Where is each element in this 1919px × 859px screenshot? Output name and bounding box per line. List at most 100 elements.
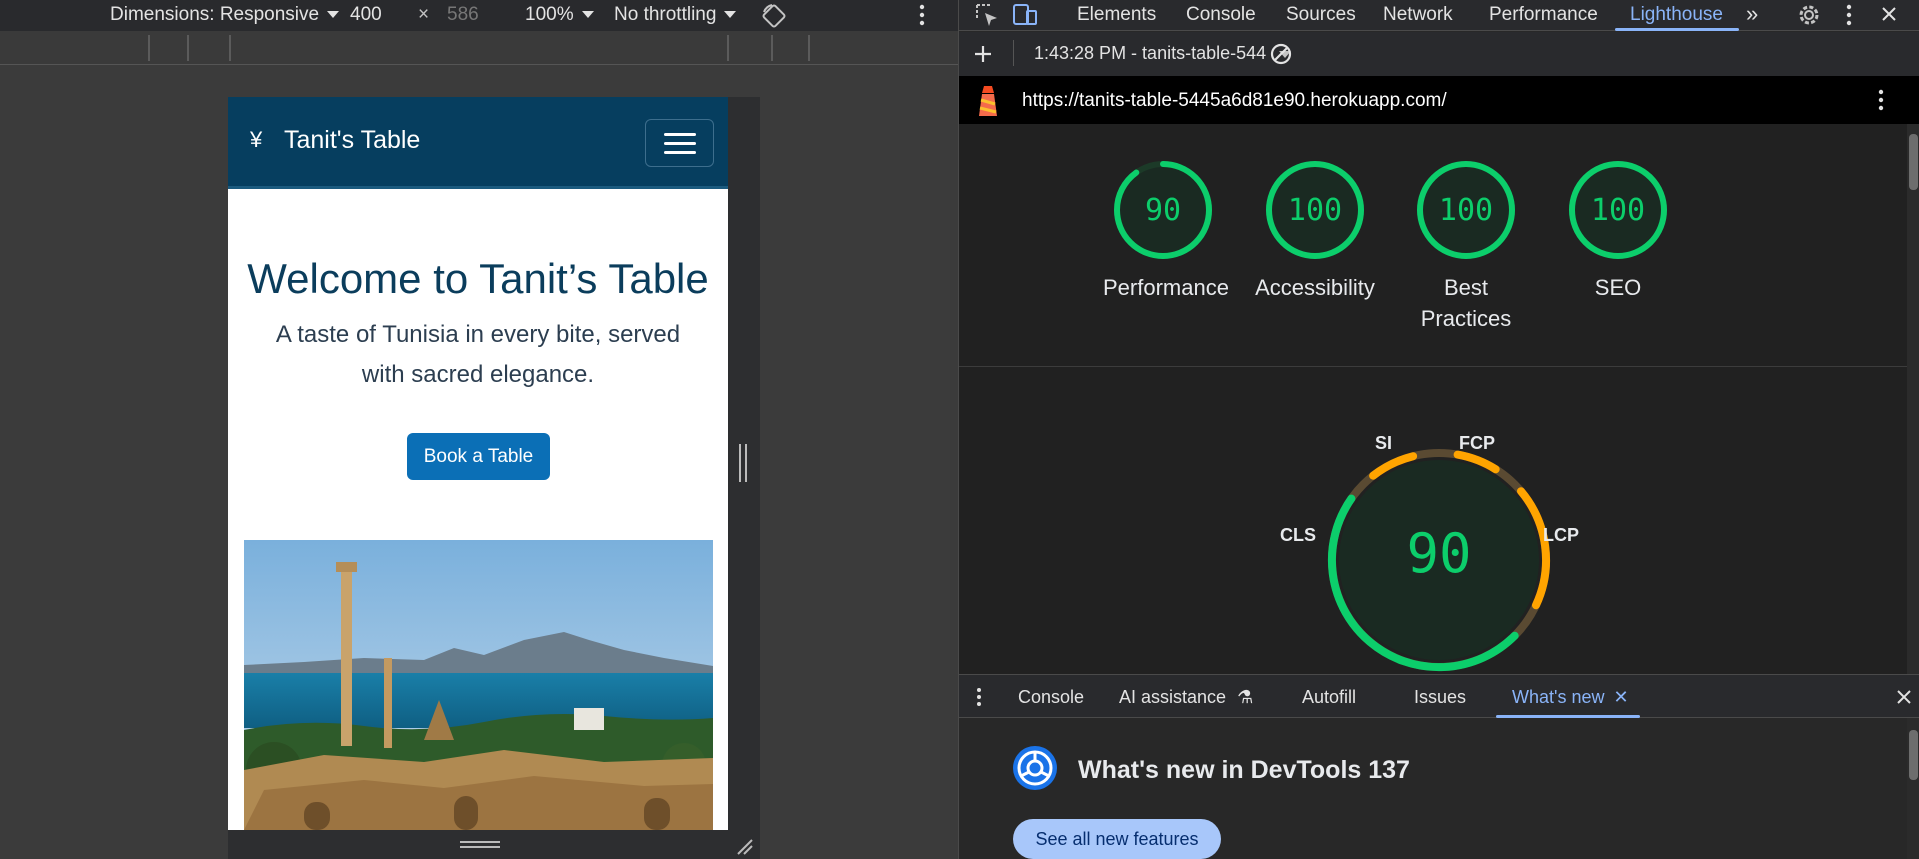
site-navbar: ¥ Tanit's Table <box>228 97 728 189</box>
inspect-element-icon[interactable] <box>974 2 1000 28</box>
score-gauge-seo[interactable]: 100 SEO <box>1558 158 1678 303</box>
ruler-tick <box>808 35 810 61</box>
resize-corner-icon[interactable] <box>734 836 754 856</box>
score-value: 90 <box>1145 193 1181 228</box>
score-ring: 100 <box>1266 161 1364 259</box>
dimensions-dropdown[interactable]: Dimensions: Responsive <box>110 4 340 26</box>
score-ring: 90 <box>1114 161 1212 259</box>
drawer-tab-ai-assistance[interactable]: AI assistance ⚗ <box>1119 687 1253 708</box>
ruler-tick <box>229 35 231 61</box>
ruler-tick <box>771 35 773 61</box>
report-url[interactable]: https://tanits-table-5445a6d81e90.heroku… <box>1022 90 1447 112</box>
score-value: 100 <box>1288 193 1342 228</box>
drawer-tab-whats-new[interactable]: What's new ✕ <box>1512 687 1629 708</box>
device-toolbar: Dimensions: Responsive 400 × 586 100% No… <box>0 0 958 31</box>
whats-new-panel: What's new in DevTools 137 See all new f… <box>959 718 1919 859</box>
more-options-icon[interactable] <box>918 3 926 27</box>
drawer-tab-autofill[interactable]: Autofill <box>1302 687 1356 708</box>
chevron-down-icon <box>581 11 594 19</box>
brand-link[interactable]: Tanit's Table <box>284 126 420 155</box>
tab-lighthouse[interactable]: Lighthouse <box>1630 4 1723 26</box>
score-gauge-best-practices[interactable]: 100 Best Practices <box>1406 158 1526 334</box>
device-resize-handle-bottom[interactable] <box>228 830 760 859</box>
whats-new-title: What's new in DevTools 137 <box>1078 756 1410 784</box>
tab-elements[interactable]: Elements <box>1077 4 1156 26</box>
devtools-tabbar: Elements Console Sources Network Perform… <box>959 0 1919 31</box>
new-report-icon[interactable] <box>973 44 993 64</box>
score-ring: 100 <box>1569 161 1667 259</box>
hamburger-bar <box>664 142 696 145</box>
metric-lcp-label[interactable]: LCP <box>1543 525 1579 546</box>
divider <box>959 366 1907 367</box>
lighthouse-logo-icon <box>979 86 997 116</box>
score-label: Performance <box>1103 275 1229 300</box>
report-time-label: 1:43:28 PM - tanits-table-544 <box>1034 43 1267 63</box>
drawer-tab-console[interactable]: Console <box>1018 687 1084 708</box>
height-input[interactable]: 586 <box>447 4 479 26</box>
flask-icon: ⚗ <box>1237 687 1254 707</box>
performance-score-large: 90 <box>1406 522 1472 585</box>
drawer-tabbar: Console AI assistance ⚗ Autofill Issues … <box>959 674 1919 718</box>
ruler-tick <box>187 35 189 61</box>
drawer-scrollbar[interactable] <box>1907 718 1919 859</box>
tab-sources[interactable]: Sources <box>1286 4 1356 26</box>
metric-cls-label[interactable]: CLS <box>1280 525 1316 546</box>
tab-network[interactable]: Network <box>1383 4 1453 26</box>
device-toggle-icon[interactable] <box>1011 2 1039 28</box>
score-value: 100 <box>1439 193 1493 228</box>
tab-performance[interactable]: Performance <box>1489 4 1598 26</box>
metric-si-label[interactable]: SI <box>1375 433 1392 454</box>
more-tabs-icon[interactable]: » <box>1746 1 1758 27</box>
zoom-dropdown[interactable]: 100% <box>525 4 594 26</box>
tab-console[interactable]: Console <box>1186 4 1256 26</box>
report-scrollbar[interactable] <box>1907 124 1919 674</box>
times-sign: × <box>418 4 430 25</box>
width-input[interactable]: 400 <box>350 4 382 26</box>
close-drawer-icon[interactable] <box>1895 688 1913 706</box>
device-emulation-pane: Dimensions: Responsive 400 × 586 100% No… <box>0 0 958 859</box>
metric-fcp-label[interactable]: FCP <box>1459 433 1495 454</box>
score-label: Best Practices <box>1420 275 1512 331</box>
active-tab-indicator <box>1615 28 1739 31</box>
hamburger-bar <box>664 133 696 136</box>
close-tab-icon[interactable]: ✕ <box>1614 687 1629 707</box>
zoom-label: 100% <box>525 4 574 25</box>
score-ring: 100 <box>1417 161 1515 259</box>
report-url-bar: https://tanits-table-5445a6d81e90.heroku… <box>959 76 1919 124</box>
score-gauge-accessibility[interactable]: 100 Accessibility <box>1255 158 1375 303</box>
drawer-menu-icon[interactable] <box>975 687 983 707</box>
customize-menu-icon[interactable] <box>1845 3 1853 27</box>
lighthouse-report: 90 Performance 100 Accessibility 100 Best Pra… <box>959 124 1907 674</box>
drawer-tab-issues[interactable]: Issues <box>1414 687 1466 708</box>
see-all-features-button[interactable]: See all new features <box>1013 819 1221 859</box>
score-label: SEO <box>1594 275 1642 300</box>
throttling-dropdown[interactable]: No throttling <box>614 4 737 26</box>
devtools-logo-icon <box>1013 746 1057 790</box>
settings-gear-icon[interactable] <box>1796 2 1822 28</box>
dimensions-label: Dimensions: Responsive <box>110 4 320 25</box>
ruler-tick <box>148 35 150 61</box>
device-resize-handle-right[interactable] <box>728 97 760 830</box>
clear-reports-icon[interactable] <box>1269 42 1293 66</box>
throttling-label: No throttling <box>614 4 717 25</box>
devtools-panel: Elements Console Sources Network Perform… <box>958 0 1919 859</box>
chevron-down-icon <box>327 11 340 19</box>
hero-title: Welcome to Tanit’s Table <box>247 255 709 302</box>
report-menu-icon[interactable] <box>1877 88 1885 112</box>
close-devtools-icon[interactable] <box>1879 4 1899 24</box>
performance-metrics-gauge: 90 SI FCP CLS LCP <box>1280 433 1579 674</box>
hamburger-bar <box>664 151 696 154</box>
menu-toggle-button[interactable] <box>645 119 714 167</box>
whats-new-label: What's new <box>1512 687 1605 707</box>
brand-icon: ¥ <box>250 127 263 152</box>
score-gauge-performance[interactable]: 90 Performance <box>1103 158 1229 303</box>
book-table-button[interactable]: Book a Table <box>407 433 550 480</box>
hero-subtitle: A taste of Tunisia in every bite, served… <box>275 321 681 388</box>
report-selector[interactable]: 1:43:28 PM - tanits-table-544 <box>1034 43 1292 64</box>
hero-image <box>244 540 713 830</box>
media-query-ruler[interactable] <box>0 31 958 65</box>
chevron-down-icon <box>724 11 737 19</box>
device-viewport: ¥ Tanit's Table Welcome to Tanit’s Table… <box>228 97 728 830</box>
rotate-icon[interactable] <box>760 2 788 30</box>
score-label: Accessibility <box>1255 275 1375 300</box>
